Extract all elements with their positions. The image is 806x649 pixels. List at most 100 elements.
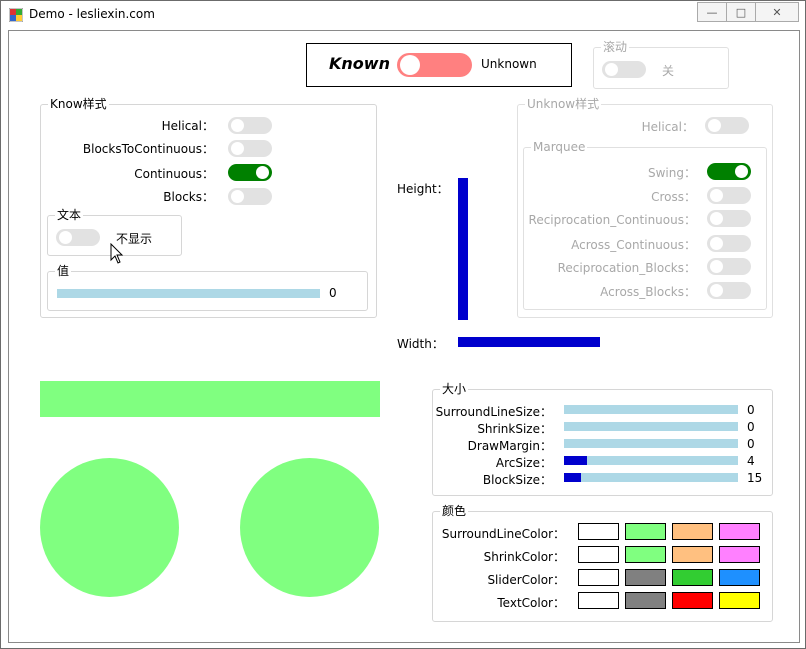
- surround-line-size-label: SurroundLineSize：: [435, 405, 552, 419]
- block-size-value: 15: [747, 471, 763, 485]
- swing-label: Swing：: [648, 166, 696, 180]
- mouse-cursor-icon: [110, 243, 124, 264]
- block-size-label: BlockSize：: [482, 473, 552, 487]
- client-area: Known Unknown 滚动 关 Know样式 Helical： Block…: [8, 30, 800, 643]
- reciprocation-continuous-label: Reciprocation_Continuous：: [528, 213, 696, 227]
- draw-margin-bar[interactable]: [564, 439, 738, 448]
- text-legend: 文本: [55, 208, 84, 222]
- know-style-legend: Know样式: [48, 97, 109, 111]
- block-size-bar[interactable]: [564, 473, 738, 482]
- across-blocks-label: Across_Blocks：: [600, 285, 696, 299]
- continuous-toggle[interactable]: [228, 164, 272, 181]
- shrink-color-swatch-4[interactable]: [719, 546, 760, 563]
- marquee-legend: Marquee: [531, 140, 588, 154]
- blocks-to-continuous-toggle[interactable]: [228, 140, 272, 157]
- known-unknown-switch-box: Known Unknown: [306, 43, 572, 87]
- value-group: 值 0: [47, 264, 368, 311]
- unknown-label: Unknown: [481, 57, 537, 71]
- maximize-icon: □: [735, 5, 747, 19]
- color-legend: 颜色: [440, 504, 469, 518]
- arc-size-label: ArcSize：: [495, 456, 552, 470]
- close-icon: ✕: [772, 5, 782, 19]
- surround-line-color-label: SurroundLineColor：: [441, 527, 565, 541]
- text-color-swatch-3[interactable]: [672, 592, 713, 609]
- arc-size-bar[interactable]: [564, 456, 738, 465]
- text-color-swatch-2[interactable]: [625, 592, 666, 609]
- value-legend: 值: [55, 264, 72, 278]
- unknow-style-legend: Unknow样式: [525, 97, 602, 111]
- size-group: 大小 SurroundLineSize： 0 ShrinkSize： 0 Dra…: [432, 382, 773, 496]
- slider-color-swatch-2[interactable]: [625, 569, 666, 586]
- surround-line-size-value: 0: [747, 403, 755, 417]
- reciprocation-blocks-label: Reciprocation_Blocks：: [557, 261, 696, 275]
- preview-progress-bar: [40, 381, 380, 417]
- value-bar[interactable]: [57, 289, 320, 298]
- preview-circle-right: [240, 458, 379, 597]
- cross-toggle[interactable]: [707, 187, 751, 204]
- height-label: Height：: [397, 182, 449, 196]
- width-label: Width：: [397, 337, 444, 351]
- across-continuous-label: Across_Continuous：: [571, 238, 696, 252]
- blocks-toggle[interactable]: [228, 188, 272, 205]
- know-style-group: Know样式 Helical： BlocksToContinuous： Cont…: [40, 97, 377, 318]
- shrink-color-swatch-2[interactable]: [625, 546, 666, 563]
- scroll-group: 滚动 关: [593, 40, 729, 89]
- app-window: Demo - lesliexin.com — □ ✕ Known Unknown…: [0, 0, 806, 649]
- unknow-helical-label: Helical：: [641, 120, 694, 134]
- marquee-group: Marquee Swing： Cross： Reciprocation_Cont…: [523, 140, 767, 310]
- draw-margin-value: 0: [747, 437, 755, 451]
- unknow-helical-toggle[interactable]: [705, 117, 749, 134]
- surround-line-size-bar[interactable]: [564, 405, 738, 414]
- block-size-fill: [564, 473, 582, 482]
- preview-circle-left: [40, 458, 179, 597]
- scroll-state-label: 关: [662, 64, 675, 78]
- shrink-size-bar[interactable]: [564, 422, 738, 431]
- reciprocation-continuous-toggle[interactable]: [707, 210, 751, 227]
- width-slider[interactable]: [458, 337, 600, 347]
- maximize-button[interactable]: □: [726, 2, 756, 22]
- scroll-toggle[interactable]: [602, 61, 646, 78]
- cross-label: Cross：: [651, 190, 696, 204]
- shrink-color-swatch-3[interactable]: [672, 546, 713, 563]
- known-label: Known: [329, 54, 390, 73]
- surround-line-color-swatch-2[interactable]: [625, 523, 666, 540]
- blocks-to-continuous-label: BlocksToContinuous：: [82, 142, 214, 156]
- toggle-knob: [400, 55, 420, 75]
- surround-line-color-swatch-4[interactable]: [719, 523, 760, 540]
- across-continuous-toggle[interactable]: [707, 235, 751, 252]
- shrink-size-value: 0: [747, 420, 755, 434]
- slider-color-swatch-1[interactable]: [578, 569, 619, 586]
- scroll-legend: 滚动: [601, 40, 630, 54]
- arc-size-fill: [564, 456, 587, 465]
- slider-color-swatch-4[interactable]: [719, 569, 760, 586]
- title-bar: Demo - lesliexin.com — □ ✕: [1, 1, 805, 29]
- draw-margin-label: DrawMargin：: [467, 439, 552, 453]
- known-unknown-toggle[interactable]: [397, 53, 472, 77]
- surround-line-color-swatch-1[interactable]: [578, 523, 619, 540]
- minimize-button[interactable]: —: [697, 2, 727, 22]
- text-color-swatch-1[interactable]: [578, 592, 619, 609]
- helical-label: Helical：: [161, 119, 214, 133]
- value-number: 0: [329, 286, 337, 300]
- color-group: 颜色 SurroundLineColor： ShrinkColor： Slide…: [432, 504, 773, 622]
- window-title: Demo - lesliexin.com: [29, 7, 155, 21]
- blocks-label: Blocks：: [163, 190, 214, 204]
- across-blocks-toggle[interactable]: [707, 282, 751, 299]
- minimize-icon: —: [706, 5, 718, 19]
- slider-color-label: SliderColor：: [487, 573, 565, 587]
- height-slider[interactable]: [458, 178, 468, 320]
- slider-color-swatch-3[interactable]: [672, 569, 713, 586]
- close-button[interactable]: ✕: [755, 2, 799, 22]
- text-color-swatch-4[interactable]: [719, 592, 760, 609]
- app-icon: [9, 8, 23, 22]
- continuous-label: Continuous：: [134, 167, 214, 181]
- shrink-color-swatch-1[interactable]: [578, 546, 619, 563]
- shrink-size-label: ShrinkSize：: [477, 422, 552, 436]
- arc-size-value: 4: [747, 454, 755, 468]
- swing-toggle[interactable]: [707, 163, 751, 180]
- reciprocation-blocks-toggle[interactable]: [707, 258, 751, 275]
- helical-toggle[interactable]: [228, 117, 272, 134]
- shrink-color-label: ShrinkColor：: [483, 550, 565, 564]
- surround-line-color-swatch-3[interactable]: [672, 523, 713, 540]
- text-display-toggle[interactable]: [56, 229, 100, 246]
